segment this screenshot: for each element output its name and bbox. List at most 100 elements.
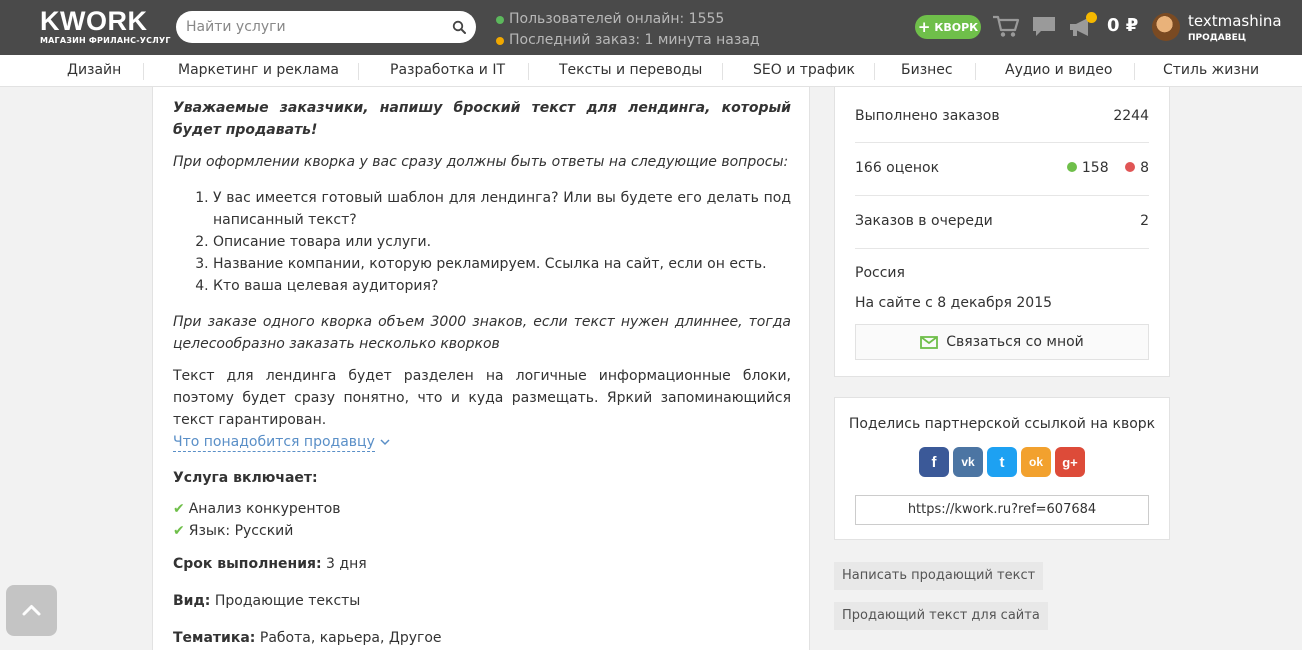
site-stats: Пользователей онлайн: 1555 Последний зак… [496, 9, 760, 51]
queue-label: Заказов в очереди [855, 213, 993, 229]
last-order-dot [496, 36, 504, 45]
nav-item-lifestyle[interactable]: Стиль жизни [1163, 62, 1259, 78]
divider [855, 248, 1149, 249]
nav-item-marketing[interactable]: Маркетинг и реклама [178, 62, 339, 78]
nav-divider [143, 63, 144, 80]
share-title: Поделись партнерской ссылкой на кворк [848, 416, 1156, 432]
list-item: ✔ Язык: Русский [173, 520, 791, 542]
list-item: Описание товара или услуги. [213, 231, 791, 253]
facebook-icon[interactable]: f [919, 447, 949, 477]
completed-value: 2244 [1113, 108, 1149, 124]
create-kwork-button[interactable]: + КВОРК [915, 15, 981, 39]
scroll-top-button[interactable] [6, 585, 57, 636]
nav-item-texts[interactable]: Тексты и переводы [559, 62, 702, 78]
nav-item-design[interactable]: Дизайн [67, 62, 121, 78]
logo-text: KWORK [40, 6, 148, 36]
online-users: Пользователей онлайн: 1555 [496, 9, 760, 30]
vkontakte-icon[interactable]: vk [953, 447, 983, 477]
completed-orders: Выполнено заказов 2244 [855, 108, 1149, 124]
user-role: ПРОДАВЕЦ [1188, 33, 1247, 43]
check-icon: ✔ [173, 501, 185, 517]
queue-value: 2 [1140, 213, 1149, 229]
top-header: KWORK МАГАЗИН ФРИЛАНС-УСЛУГ Пользователе… [0, 0, 1302, 55]
topic-value: Работа, карьера, Другое [259, 630, 442, 646]
nav-divider [874, 63, 875, 80]
nav-divider [528, 63, 529, 80]
seller-needs-toggle[interactable]: Что понадобится продавцу [173, 431, 791, 453]
referral-link-field[interactable]: https://kwork.ru?ref=607684 [855, 495, 1149, 525]
check-icon: ✔ [173, 523, 185, 539]
ratings-label[interactable]: 166 оценок [855, 160, 939, 176]
search-input[interactable] [186, 17, 446, 37]
positive-dot [1066, 162, 1077, 172]
kwork-logo[interactable]: KWORK МАГАЗИН ФРИЛАНС-УСЛУГ [40, 6, 171, 46]
queue-orders: Заказов в очереди 2 [855, 213, 1149, 229]
nav-item-development[interactable]: Разработка и IT [390, 62, 505, 78]
divider [855, 195, 1149, 196]
nav-divider [1134, 63, 1135, 80]
google-plus-icon[interactable]: g+ [1055, 447, 1085, 477]
search-icon[interactable] [452, 20, 466, 34]
nav-divider [975, 63, 976, 80]
nav-divider [358, 63, 359, 80]
tag-selling-text[interactable]: Написать продающий текст [834, 562, 1044, 590]
type-row: Вид: Продающие тексты [173, 590, 791, 612]
questions-intro: При оформлении кворка у вас сразу должны… [173, 154, 789, 170]
topic-label: Тематика: [173, 630, 256, 646]
includes-list: ✔ Анализ конкурентов ✔ Язык: Русский [173, 498, 791, 542]
contact-button[interactable]: Связаться со мной [855, 324, 1149, 360]
balance[interactable]: 0 ₽ [1107, 15, 1138, 36]
last-order: Последний заказ: 1 минута назад [496, 30, 760, 51]
questions-list: У вас имеется готовый шаблон для лендинг… [173, 187, 791, 297]
deadline-value: 3 дня [326, 556, 367, 572]
type-label: Вид: [173, 593, 211, 609]
divider [855, 142, 1149, 143]
seller-stats-card: Выполнено заказов 2244 166 оценок 158 8 … [834, 87, 1170, 377]
cart-icon[interactable] [992, 14, 1020, 38]
online-dot [496, 15, 504, 24]
messages-icon[interactable] [1032, 16, 1056, 38]
includes-title: Услуга включает: [173, 470, 318, 486]
contact-button-label: Связаться со мной [946, 334, 1084, 350]
description-text: Текст для лендинга будет разделен на лог… [173, 368, 791, 428]
odnoklassniki-icon[interactable]: ok [1021, 447, 1051, 477]
nav-item-audio-video[interactable]: Аудио и видео [1005, 62, 1112, 78]
list-item: Кто ваша целевая аудитория? [213, 275, 791, 297]
completed-label: Выполнено заказов [855, 108, 1000, 124]
positive-count: 158 [1081, 160, 1109, 176]
search-box [176, 11, 476, 43]
member-since: На сайте с 8 декабря 2015 [855, 295, 1053, 311]
include-label: Язык: Русский [188, 523, 294, 539]
category-nav: Дизайн Маркетинг и реклама Разработка и … [0, 55, 1302, 87]
nav-item-business[interactable]: Бизнес [901, 62, 953, 78]
avatar[interactable] [1152, 13, 1180, 41]
seller-needs-link[interactable]: Что понадобится продавцу [173, 433, 375, 452]
last-order-text: Последний заказ: 1 минута назад [509, 32, 760, 48]
share-card: Поделись партнерской ссылкой на кворк f … [834, 397, 1170, 540]
create-kwork-label: КВОРК [934, 20, 979, 34]
seller-country: Россия [855, 265, 905, 281]
list-item: Название компании, которую рекламируем. … [213, 253, 791, 275]
negative-count: 8 [1140, 160, 1149, 176]
kwork-description: Уважаемые заказчики, напишу броский текс… [152, 87, 810, 650]
plus-icon: + [917, 17, 931, 36]
ratings-breakdown: 158 8 [1066, 160, 1149, 176]
nav-divider [722, 63, 723, 80]
online-users-text: Пользователей онлайн: 1555 [509, 11, 725, 27]
type-value: Продающие тексты [214, 593, 361, 609]
volume-note: При заказе одного кворка объем 3000 знак… [173, 314, 791, 352]
username[interactable]: textmashina [1188, 12, 1282, 30]
deadline-label: Срок выполнения: [173, 556, 322, 572]
logo-subtitle: МАГАЗИН ФРИЛАНС-УСЛУГ [40, 36, 171, 45]
chevron-down-icon [380, 439, 390, 446]
intro-text: Уважаемые заказчики, напишу броский текс… [173, 100, 791, 138]
ratings-row: 166 оценок 158 8 [855, 160, 1149, 176]
topic-row: Тематика: Работа, карьера, Другое [173, 627, 791, 649]
nav-item-seo[interactable]: SEO и трафик [753, 62, 855, 78]
notification-badge [1086, 12, 1097, 23]
twitter-icon[interactable]: t [987, 447, 1017, 477]
list-item: У вас имеется готовый шаблон для лендинг… [213, 187, 791, 231]
list-item: ✔ Анализ конкурентов [173, 498, 791, 520]
tag-selling-text-site[interactable]: Продающий текст для сайта [834, 602, 1048, 630]
envelope-icon [920, 335, 939, 349]
